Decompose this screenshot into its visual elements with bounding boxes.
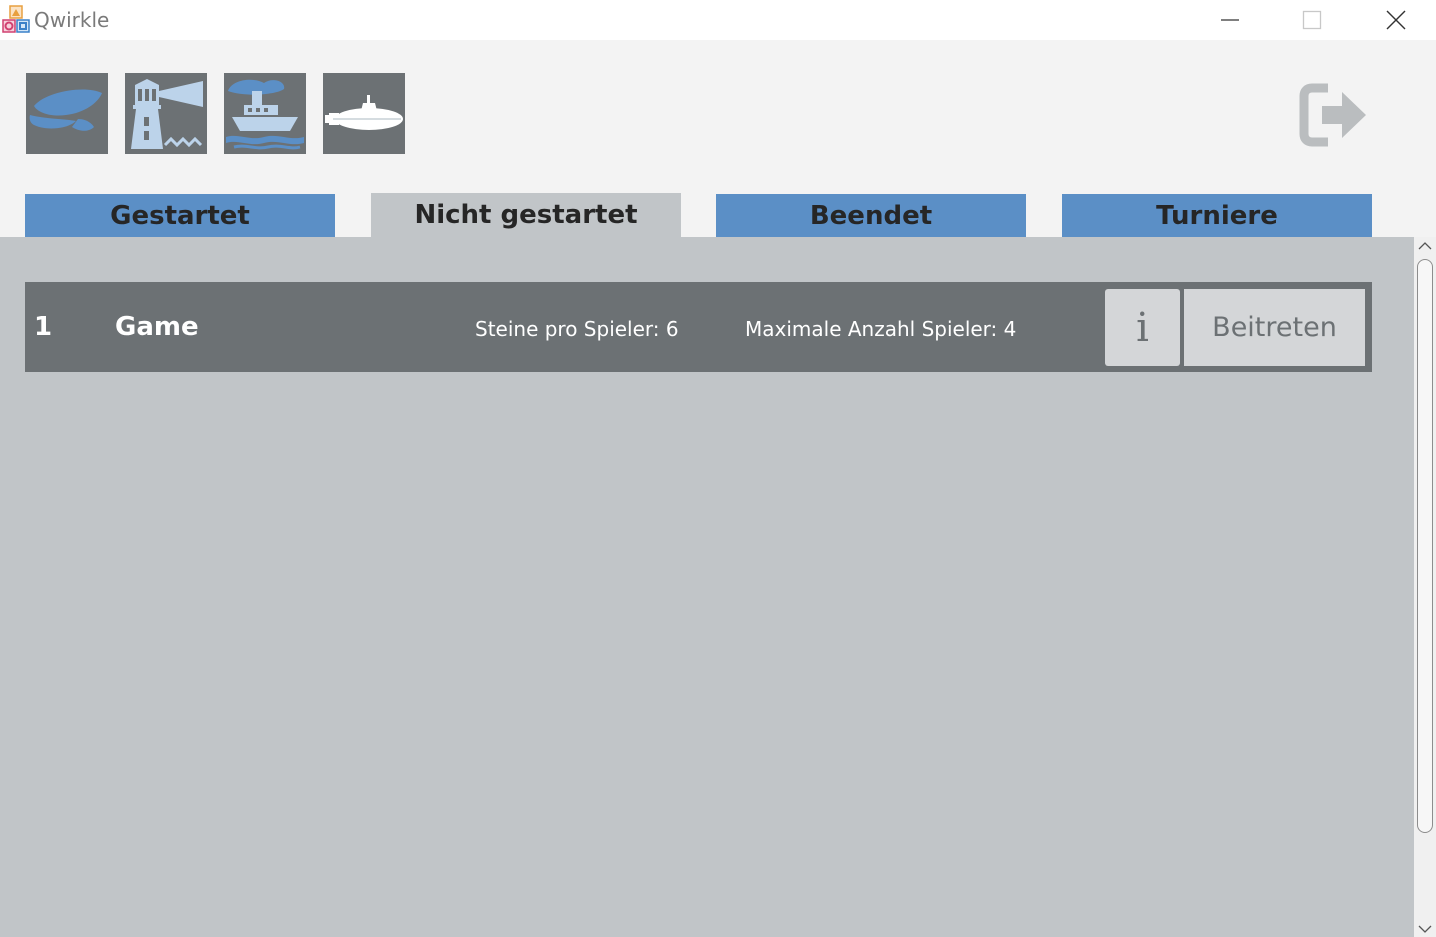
minimize-button[interactable] [1200, 0, 1260, 40]
scroll-up-icon[interactable] [1418, 240, 1432, 252]
submarine-icon [325, 95, 403, 130]
captain-hat-button[interactable] [26, 73, 108, 154]
tab-finished[interactable]: Beendet [716, 194, 1026, 237]
join-button[interactable]: Beitreten [1184, 289, 1365, 366]
submarine-button[interactable] [323, 73, 405, 154]
lighthouse-icon [131, 79, 203, 149]
logout-icon[interactable] [1298, 80, 1370, 150]
minimize-icon [1221, 19, 1239, 21]
maximize-button[interactable] [1282, 0, 1342, 40]
window-title: Qwirkle [34, 8, 110, 32]
scrollbar-thumb[interactable] [1417, 259, 1433, 833]
close-icon [1386, 10, 1406, 30]
max-players: Maximale Anzahl Spieler: 4 [745, 317, 1017, 341]
game-row: 1 Game Steine pro Spieler: 6 Maximale An… [25, 282, 1372, 372]
lighthouse-button[interactable] [125, 73, 207, 154]
vertical-scrollbar[interactable] [1414, 237, 1436, 937]
ship-icon [226, 79, 304, 150]
tab-tournaments[interactable]: Turniere [1062, 194, 1372, 237]
info-button[interactable]: i [1105, 289, 1180, 366]
stones-per-player: Steine pro Spieler: 6 [475, 317, 679, 341]
game-list-panel: 1 Game Steine pro Spieler: 6 Maximale An… [0, 237, 1414, 937]
tab-started[interactable]: Gestartet [25, 194, 335, 237]
close-button[interactable] [1366, 0, 1426, 40]
tab-not-started[interactable]: Nicht gestartet [371, 193, 681, 237]
qwirkle-app-icon [2, 5, 30, 33]
scroll-down-icon[interactable] [1418, 923, 1432, 935]
captain-hat-icon [29, 89, 102, 131]
maximize-icon [1302, 10, 1322, 30]
ship-button[interactable] [224, 73, 306, 154]
game-index: 1 [34, 312, 53, 342]
title-bar: Qwirkle [0, 0, 1436, 40]
app-window: Qwirkle Gestartet Nicht gestartet Beende… [0, 0, 1436, 937]
game-name: Game [115, 312, 199, 342]
